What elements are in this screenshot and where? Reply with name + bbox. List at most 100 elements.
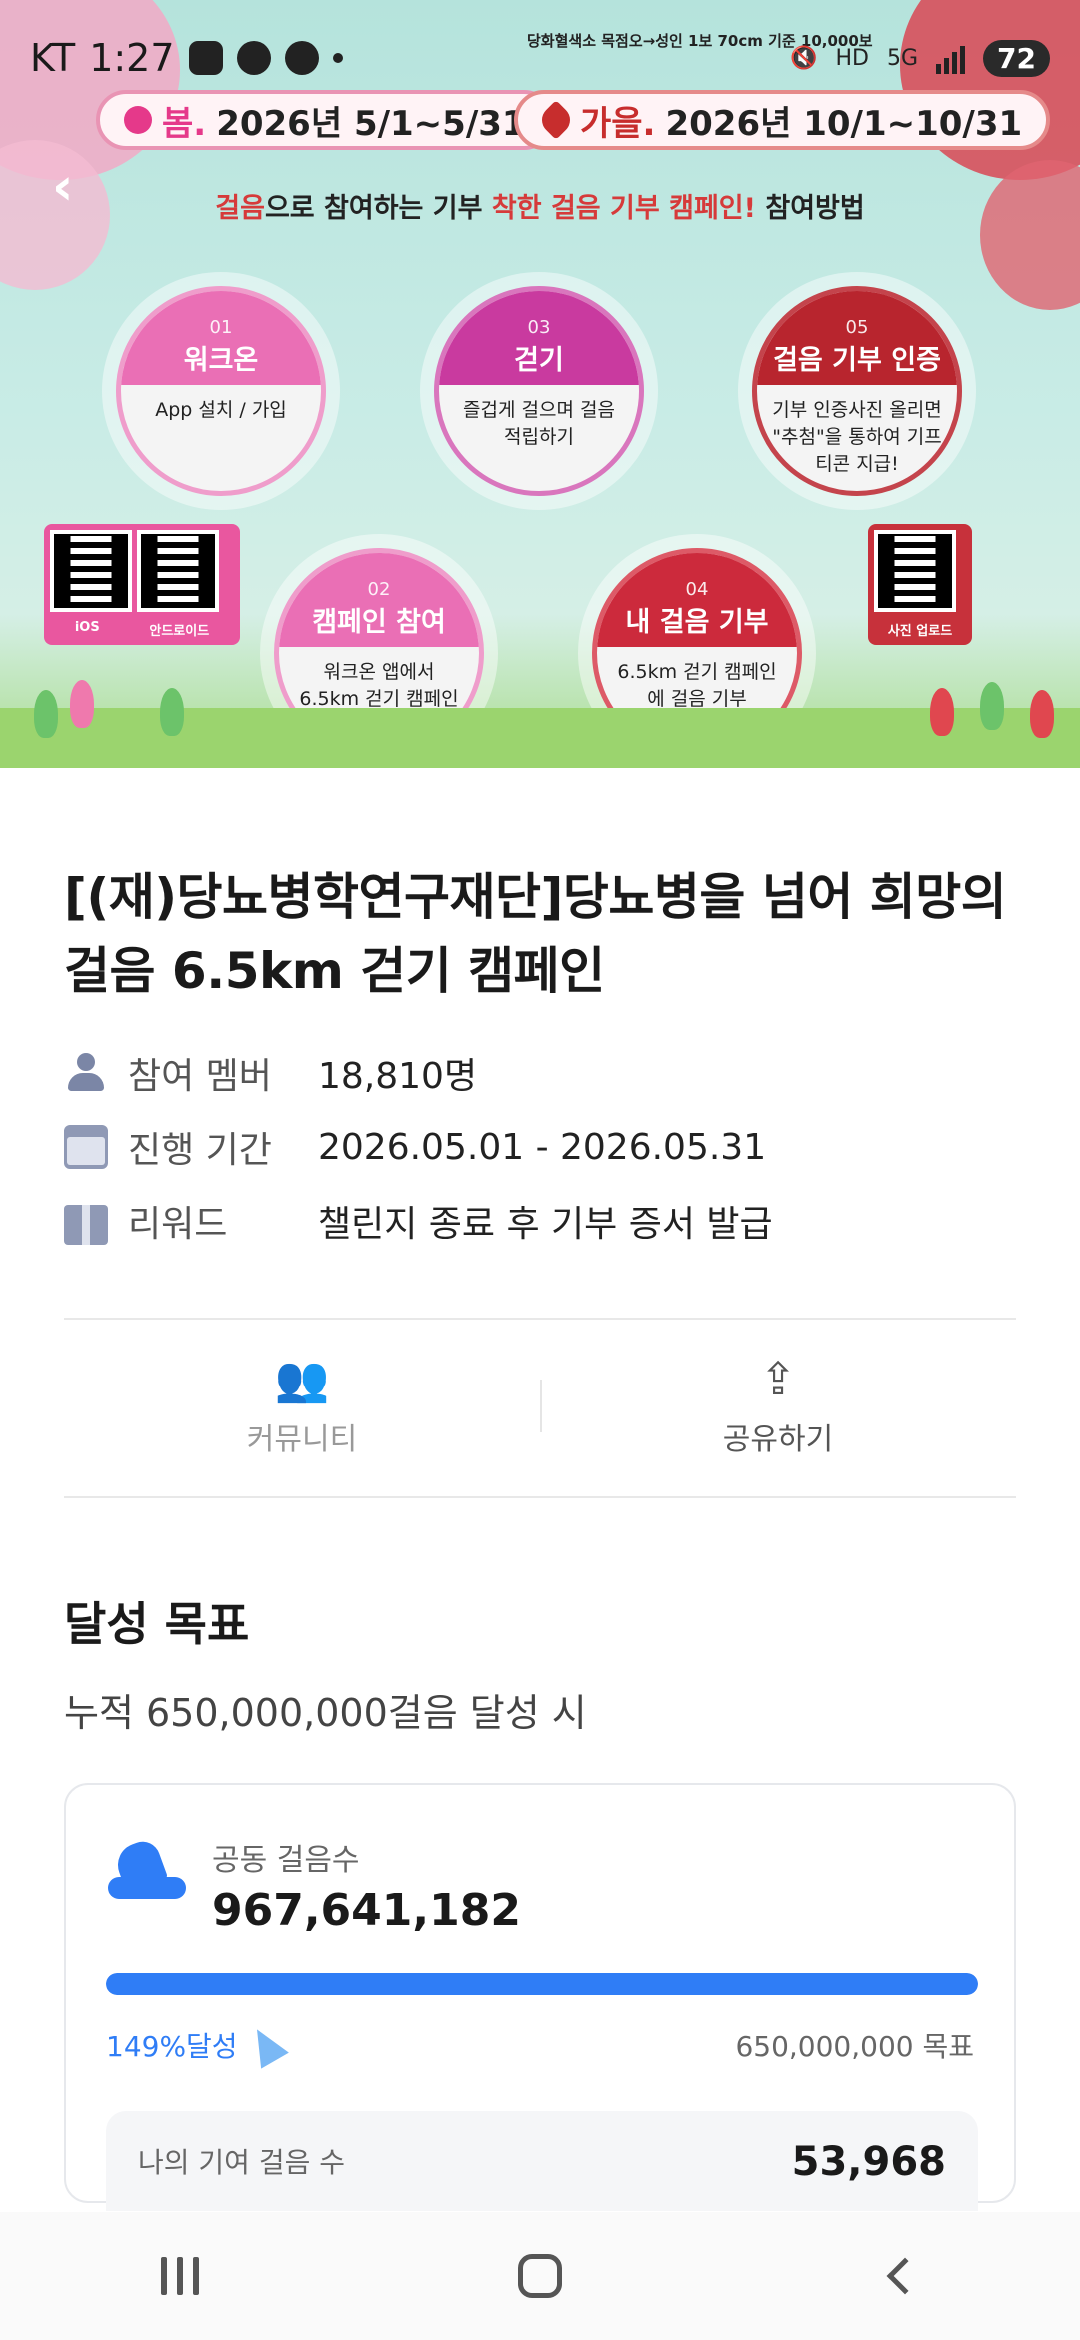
instagram-icon (188, 41, 223, 75)
step-title: 캠페인 참여 (312, 607, 446, 638)
system-back-button[interactable] (840, 2236, 960, 2316)
spring-label: 봄. (162, 103, 207, 144)
home-icon (518, 2254, 562, 2298)
hd-icon: HD (835, 46, 869, 71)
signal-icon (936, 44, 966, 74)
banner-headline: 걸음으로 참여하는 기부 착한 걸음 기부 캠페인! 참여방법 (0, 186, 1080, 225)
person-icon (64, 1051, 108, 1095)
goal-progress-bar (106, 1973, 978, 1995)
headline-part: 참여방법 (755, 193, 865, 224)
goal-progress-card: 공동 걸음수 967,641,182 149%달성 650,000,000 목표… (64, 1783, 1016, 2211)
flower-icon (124, 106, 152, 134)
recents-icon (161, 2257, 199, 2295)
gift-icon (64, 1205, 108, 1245)
tree-decoration (70, 680, 94, 728)
kakaotalk-icon (284, 41, 319, 75)
share-button[interactable]: ⇪ 공유하기 (540, 1318, 1016, 1498)
community-button[interactable]: 👥 커뮤니티 (64, 1318, 540, 1498)
message-icon (236, 41, 271, 75)
info-row-reward: 리워드 챌린지 종료 후 기부 증서 발급 (64, 1184, 1016, 1258)
my-steps-label: 나의 기여 걸음 수 (138, 2146, 346, 2179)
step-body: 즐겁게 걸으며 걸음 적립하기 (463, 399, 615, 448)
spring-dates: 2026년 5/1~5/31 (216, 103, 526, 144)
step-title: 걷기 (514, 345, 564, 376)
total-steps-value: 967,641,182 (212, 1885, 521, 1936)
step-number: 04 (685, 579, 709, 600)
battery-indicator: 72 (983, 40, 1050, 77)
sneaker-icon (108, 1836, 186, 1899)
my-contribution: 나의 기여 걸음 수 53,968 (106, 2111, 978, 2211)
tree-decoration (980, 682, 1004, 730)
step-body: 기부 인증사진 올리면 "추첨"을 통하여 기프티콘 지급! (772, 399, 942, 475)
qr-code-ios (50, 530, 132, 612)
info-key: 참여 멤버 (128, 1056, 272, 1097)
share-label: 공유하기 (722, 1422, 834, 1457)
info-row-members: 참여 멤버 18,810명 (64, 1036, 1016, 1110)
headline-part: 걸음 (215, 193, 265, 224)
campaign-detail: [(재)당뇨병학연구재단]당뇨병을 넘어 희망의 걸음 6.5km 걷기 캠페인… (64, 768, 1016, 2211)
community-label: 커뮤니티 (246, 1422, 358, 1457)
qr-upload-label: 사진 업로드 (887, 624, 953, 639)
info-value: 18,810명 (318, 1056, 478, 1097)
campaign-banner: KT 1:27 당화혈색소 목점오→성인 1보 70cm 기준 10,000보 … (0, 0, 1080, 768)
notification-dot-icon (332, 53, 343, 63)
step-01: 01 워크온 App 설치 / 가입 (116, 286, 326, 496)
clock: 1:27 (89, 36, 175, 80)
step-title: 걸음 기부 인증 (773, 345, 941, 376)
party-popper-icon (242, 2021, 289, 2069)
achieved-label: 149%달성 (106, 2021, 289, 2069)
qr-upload-card: 사진 업로드 (868, 524, 972, 645)
back-arrow-icon (886, 2257, 924, 2295)
tree-decoration (34, 690, 58, 738)
qr-ios-label: iOS (74, 620, 100, 635)
step-number: 03 (527, 317, 551, 338)
network-label: 5G (886, 46, 919, 71)
carrier-label: KT (30, 36, 76, 80)
my-steps-value: 53,968 (791, 2139, 946, 2185)
mute-icon: 🔇 (790, 46, 818, 71)
spring-period-pill: 봄. 2026년 5/1~5/31 (96, 90, 554, 150)
step-number: 02 (367, 579, 391, 600)
tree-decoration (930, 688, 954, 736)
fall-label: 가을. (580, 103, 656, 144)
goal-target-label: 650,000,000 목표 (735, 2030, 974, 2063)
achieved-text: 149%달성 (106, 2030, 238, 2063)
qr-download-card: iOS 안드로이드 (44, 524, 240, 645)
info-key: 진행 기간 (128, 1130, 272, 1171)
qr-android-label: 안드로이드 (149, 624, 210, 639)
system-navigation-bar (0, 2212, 1080, 2340)
total-steps-label: 공동 걸음수 (212, 1843, 360, 1878)
step-05: 05 걸음 기부 인증 기부 인증사진 올리면 "추첨"을 통하여 기프티콘 지급… (752, 286, 962, 496)
step-body: App 설치 / 가입 (155, 399, 287, 421)
qr-code-android (137, 530, 220, 612)
step-body: 6.5km 걷기 캠페인에 걸음 기부 (617, 661, 777, 710)
home-button[interactable] (480, 2236, 600, 2316)
step-03: 03 걷기 즐겁게 걸으며 걸음 적립하기 (434, 286, 644, 496)
status-left: KT 1:27 (30, 36, 343, 80)
goal-subtitle: 누적 650,000,000걸음 달성 시 (64, 1691, 587, 1735)
campaign-info: 참여 멤버 18,810명 진행 기간 2026.05.01 - 2026.05… (64, 1036, 1016, 1258)
status-right: 🔇 HD 5G 72 (790, 40, 1050, 77)
divider (540, 1380, 542, 1432)
step-number: 01 (209, 317, 233, 338)
goal-progress-fill (106, 1973, 978, 1995)
share-icon: ⇪ (759, 1354, 797, 1405)
headline-part: 착한 걸음 기부 캠페인! (491, 193, 756, 224)
fall-dates: 2026년 10/1~10/31 (665, 103, 1023, 144)
step-number: 05 (845, 317, 869, 338)
step-title: 내 걸음 기부 (625, 607, 769, 638)
info-row-period: 진행 기간 2026.05.01 - 2026.05.31 (64, 1110, 1016, 1184)
action-bar: 👥 커뮤니티 ⇪ 공유하기 (64, 1318, 1016, 1498)
campaign-title: [(재)당뇨병학연구재단]당뇨병을 넘어 희망의 걸음 6.5km 걷기 캠페인 (64, 868, 1007, 1000)
fall-period-pill: 가을. 2026년 10/1~10/31 (514, 90, 1051, 150)
info-value: 2026.05.01 - 2026.05.31 (318, 1126, 767, 1168)
info-key: 리워드 (128, 1204, 228, 1245)
autumn-tree-decoration (980, 160, 1080, 310)
headline-part: 으로 참여하는 기부 (264, 193, 492, 224)
recents-button[interactable] (120, 2236, 240, 2316)
divider (64, 1318, 1016, 1320)
maple-leaf-icon (536, 100, 576, 140)
tree-decoration (1030, 690, 1054, 738)
info-value: 챌린지 종료 후 기부 증서 발급 (318, 1204, 773, 1245)
qr-code-upload (874, 530, 956, 612)
